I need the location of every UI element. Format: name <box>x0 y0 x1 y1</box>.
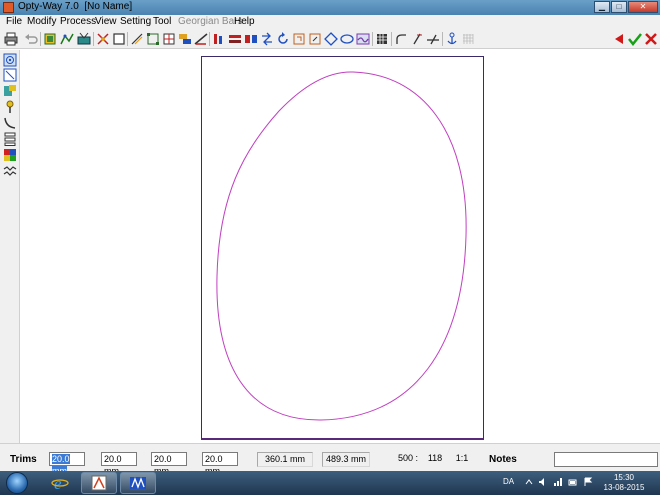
flag-icon[interactable] <box>583 477 593 487</box>
slant-icon[interactable] <box>410 32 424 46</box>
clock-time: 15:30 <box>613 473 635 482</box>
toolbar-separator <box>127 32 128 46</box>
toolbar-separator <box>372 32 373 46</box>
trim-field-2[interactable]: 20.0 mm <box>101 452 137 476</box>
toolbar-separator <box>442 32 443 46</box>
title-bar: Opty-Way 7.0 [No Name] ▁ □ ✕ <box>0 0 660 15</box>
menu-view[interactable]: View <box>95 16 117 27</box>
dots-grid-icon[interactable] <box>461 32 475 46</box>
menu-georgian-bars[interactable]: Georgian Bars <box>178 16 242 27</box>
taskbar: e DA 15:30 13-08-2015 <box>0 471 660 495</box>
cross-tool-icon[interactable] <box>96 32 110 46</box>
layers-icon[interactable] <box>3 84 17 98</box>
toolbar-separator <box>391 32 392 46</box>
diagonal-icon[interactable] <box>130 32 144 46</box>
target-icon[interactable] <box>3 53 17 67</box>
trims-label: Trims <box>10 454 37 465</box>
table-grid-icon[interactable] <box>375 32 389 46</box>
volume-icon[interactable] <box>538 477 548 487</box>
menu-bar: File Modify Process View Setting Tool Ge… <box>0 15 660 29</box>
trim-field-4[interactable]: 20.0 mm <box>202 452 238 476</box>
trim-field-1[interactable]: 20.0 mm <box>49 452 85 476</box>
rack-icon[interactable] <box>228 32 242 46</box>
drawing-canvas[interactable] <box>21 50 660 443</box>
status-bar: Trims 20.0 mm 20.0 mm 20.0 mm 20.0 mm 36… <box>0 443 660 476</box>
main-toolbar <box>0 29 660 49</box>
start-button[interactable] <box>6 472 28 494</box>
internet-explorer-icon[interactable]: e <box>42 472 78 494</box>
width-readout: 360.1 mm <box>257 452 313 467</box>
glass-piece-icon[interactable] <box>43 32 57 46</box>
arrows-icon[interactable] <box>260 32 274 46</box>
menu-setting[interactable]: Setting <box>120 16 151 27</box>
corners-icon[interactable] <box>146 32 160 46</box>
bars-icon[interactable] <box>212 32 226 46</box>
ellipse-icon[interactable] <box>340 32 354 46</box>
print-icon[interactable] <box>4 32 18 46</box>
menu-modify[interactable]: Modify <box>27 16 56 27</box>
menu-process[interactable]: Process <box>60 16 96 27</box>
app-taskbar-button[interactable] <box>120 472 156 494</box>
height-readout: 489.3 mm <box>322 452 370 467</box>
undo-icon[interactable] <box>24 32 38 46</box>
notes-input[interactable] <box>554 452 658 467</box>
system-clock[interactable]: 15:30 13-08-2015 <box>596 473 652 493</box>
wave-icon[interactable] <box>356 32 370 46</box>
stack-icon[interactable] <box>178 32 192 46</box>
menu-help[interactable]: Help <box>234 16 255 27</box>
window-title: Opty-Way 7.0 [No Name] <box>18 1 133 12</box>
opty-way-taskbar-button[interactable] <box>81 472 117 494</box>
toolbar-separator <box>209 32 210 46</box>
trim-icon[interactable] <box>292 32 306 46</box>
rotate-icon[interactable] <box>276 32 290 46</box>
code-right-readout: 118 <box>427 453 443 463</box>
select-area-icon[interactable] <box>3 68 17 82</box>
measure-icon[interactable] <box>194 32 208 46</box>
language-indicator[interactable]: DA <box>503 477 514 501</box>
svg-text:e: e <box>54 474 62 492</box>
cross-line-icon[interactable] <box>426 32 440 46</box>
code-left-readout: 500 : <box>397 453 419 463</box>
pair-icon[interactable] <box>244 32 258 46</box>
curve-icon[interactable] <box>3 116 17 130</box>
app-logo-icon <box>3 2 14 13</box>
left-toolbar <box>0 50 20 443</box>
grid-square-icon[interactable] <box>162 32 176 46</box>
shape-draw-icon[interactable] <box>60 32 74 46</box>
confirm-check-icon[interactable] <box>628 32 642 46</box>
battery-icon[interactable] <box>568 477 578 487</box>
minimize-button[interactable]: ▁ <box>594 1 610 13</box>
menu-tool[interactable]: Tool <box>153 16 171 27</box>
toolbar-separator <box>93 32 94 46</box>
stack-tree-icon[interactable] <box>3 132 17 146</box>
diamond-icon[interactable] <box>324 32 338 46</box>
resize-icon[interactable] <box>308 32 322 46</box>
zigzag-icon[interactable] <box>3 164 17 178</box>
maximize-button[interactable]: □ <box>611 1 627 13</box>
arc-icon[interactable] <box>394 32 408 46</box>
network-icon[interactable] <box>553 477 563 487</box>
clock-date: 13-08-2015 <box>603 483 645 492</box>
anchor-icon[interactable] <box>445 32 459 46</box>
trim-field-3[interactable]: 20.0 mm <box>151 452 187 476</box>
pin-icon[interactable] <box>3 100 17 114</box>
tray-arrow-icon[interactable] <box>524 477 534 487</box>
scale-readout: 1:1 <box>455 453 469 463</box>
cut-table-icon[interactable] <box>77 32 91 46</box>
close-button[interactable]: ✕ <box>628 1 658 13</box>
cancel-x-icon[interactable] <box>644 32 658 46</box>
notes-label: Notes <box>489 454 517 465</box>
toolbar-separator <box>40 32 41 46</box>
rectangle-icon[interactable] <box>112 32 126 46</box>
menu-file[interactable]: File <box>6 16 22 27</box>
palette-icon[interactable] <box>3 148 17 162</box>
oval-shape[interactable] <box>201 56 484 440</box>
back-red-icon[interactable] <box>612 32 626 46</box>
